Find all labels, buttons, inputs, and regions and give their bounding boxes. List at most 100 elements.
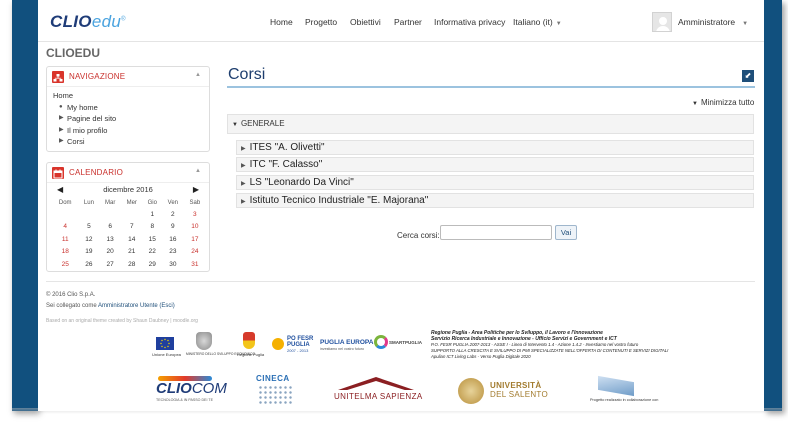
prev-month-icon[interactable]: ◀ — [57, 183, 63, 197]
nav-privacy[interactable]: Informativa privacy — [434, 17, 505, 27]
search-courses-input[interactable] — [440, 225, 552, 240]
regione-puglia-crest-logo — [243, 332, 255, 349]
course-name: LS "Leonardo Da Vinci" — [249, 177, 354, 188]
calendar-day[interactable]: 30 — [162, 258, 184, 271]
avatar[interactable] — [652, 12, 672, 32]
calendar-day[interactable]: 29 — [143, 258, 163, 271]
search-go-button[interactable]: Vai — [555, 225, 577, 240]
triangle-right-icon: ▶ — [241, 199, 246, 205]
calendar-day[interactable]: 7 — [121, 221, 143, 234]
course-item[interactable]: ▶ ITC "F. Calasso" — [236, 157, 754, 172]
calendar-day[interactable] — [78, 208, 99, 221]
calendar-day[interactable]: 16 — [162, 233, 184, 246]
regione-puglia-caption: Regione Puglia — [237, 352, 265, 357]
calendar-month-nav: ◀ dicembre 2016 ▶ — [47, 183, 209, 197]
nav-tree-home[interactable]: Home — [53, 90, 203, 102]
weekday: Dom — [58, 199, 72, 206]
nav-progetto[interactable]: Progetto — [305, 17, 337, 27]
calendar-day[interactable]: 20 — [99, 246, 121, 259]
nav-obiettivi[interactable]: Obiettivi — [350, 17, 381, 27]
footer-theme-note: Based on an original theme created by Sh… — [46, 318, 198, 324]
chevron-up-icon[interactable]: ▲ — [195, 72, 201, 78]
navbar: CLIOEDU® Home Progetto Obiettivi Partner… — [38, 0, 764, 42]
triangle-down-icon: ▼ — [232, 122, 238, 128]
triangle-right-icon: ▶ — [241, 181, 246, 187]
course-item[interactable]: ▶ ITES "A. Olivetti" — [236, 140, 754, 155]
nav-tree-label: Il mio profilo — [67, 125, 108, 135]
nav-tree-item[interactable]: ▶ Corsi — [53, 136, 203, 148]
weekday: Sab — [189, 199, 201, 206]
brand-edu: EDU — [91, 12, 122, 31]
calendar-day[interactable]: 23 — [162, 246, 184, 259]
brand-logo[interactable]: CLIOEDU® — [50, 12, 126, 32]
calendar-day[interactable]: 27 — [99, 258, 121, 271]
user-menu[interactable]: Amministratore ▼ — [678, 17, 748, 27]
calendar-day[interactable]: 4 — [52, 221, 78, 234]
arrow-right-icon: ▶ — [59, 126, 64, 133]
nav-home[interactable]: Home — [270, 17, 293, 27]
navigation-block-title: NAVIGAZIONE — [69, 72, 126, 81]
calendar-day[interactable]: 9 — [162, 221, 184, 234]
calendar-day[interactable]: 28 — [121, 258, 143, 271]
language-menu[interactable]: Italiano (it) ▼ — [513, 17, 562, 27]
puglia-europa-logo: PUGLIA EUROPA — [320, 339, 374, 346]
calendar-day[interactable]: 24 — [184, 246, 206, 259]
calendar-day[interactable]: 2 — [162, 208, 184, 221]
cliocom-tagline: TECNOLOGIA & IN PASSO DEI TE — [156, 398, 213, 402]
calendar-day[interactable]: 22 — [143, 246, 163, 259]
calendar-day[interactable]: 14 — [121, 233, 143, 246]
calendar-day[interactable]: 15 — [143, 233, 163, 246]
nav-tree-item[interactable]: ▶ Il mio profilo — [53, 125, 203, 137]
login-user-link[interactable]: Amministratore Utente — [98, 303, 158, 309]
calendar-day[interactable] — [121, 208, 143, 221]
cineca-logo: CINECA — [256, 374, 290, 383]
weekday: Mar — [104, 199, 116, 206]
po-fesr-sun-logo — [272, 338, 284, 350]
nav-tree-item[interactable]: ▶ Pagine del sito — [53, 113, 203, 125]
search-courses-label: Cerca corsi: — [397, 231, 440, 240]
calendar-day[interactable]: 1 — [143, 208, 163, 221]
nav-tree-item[interactable]: ● My home — [53, 102, 203, 114]
nav-tree-label: Pagine del sito — [67, 114, 117, 123]
triangle-right-icon: ▶ — [241, 146, 246, 152]
calendar-day[interactable]: 17 — [184, 233, 206, 246]
sitemap-icon — [52, 71, 64, 83]
calendar-day[interactable]: 11 — [52, 233, 78, 246]
partner-logo — [598, 375, 634, 397]
course-item[interactable]: ▶ Istituto Tecnico Industriale "E. Majora… — [236, 193, 754, 208]
calendar-day[interactable]: 5 — [78, 221, 99, 234]
nav-partner[interactable]: Partner — [394, 17, 422, 27]
salento-line2: DEL SALENTO — [490, 390, 548, 399]
calendar-day[interactable]: 19 — [78, 246, 99, 259]
calendar-day[interactable]: 10 — [184, 221, 206, 234]
next-month-icon[interactable]: ▶ — [193, 183, 199, 197]
smart-puglia-logo: SMARTPUGLIA — [389, 340, 422, 345]
calendar-day[interactable]: 26 — [78, 258, 99, 271]
collapse-all-link[interactable]: ▼ Minimizza tutto — [692, 98, 754, 107]
arrow-down-left-icon[interactable]: ⬋ — [742, 70, 754, 82]
category-general[interactable]: ▼ GENERALE — [227, 114, 754, 134]
funding-legal-text: Regione Puglia - Area Politiche per lo S… — [431, 330, 671, 360]
course-item[interactable]: ▶ LS "Leonardo Da Vinci" — [236, 175, 754, 190]
course-name: ITC "F. Calasso" — [249, 159, 323, 170]
calendar-day[interactable]: 13 — [99, 233, 121, 246]
calendar-day[interactable]: 21 — [121, 246, 143, 259]
calendar-day[interactable]: 25 — [52, 258, 78, 271]
eu-flag-logo — [156, 337, 174, 350]
calendar-day[interactable]: 12 — [78, 233, 99, 246]
calendar-day[interactable]: 3 — [184, 208, 206, 221]
calendar-day[interactable]: 31 — [184, 258, 206, 271]
calendar-day[interactable] — [99, 208, 121, 221]
calendar-day[interactable] — [52, 208, 78, 221]
salento-seal-logo — [458, 378, 484, 404]
calendar-icon — [52, 167, 64, 179]
nav-tree-label: My home — [67, 102, 98, 112]
logout-link[interactable]: (Esci) — [159, 303, 174, 309]
page-title: Corsi — [228, 66, 266, 83]
chevron-up-icon[interactable]: ▲ — [195, 168, 201, 174]
cliocom-logo: CLIOCOM — [156, 380, 227, 397]
calendar-day[interactable]: 8 — [143, 221, 163, 234]
calendar-day[interactable]: 18 — [52, 246, 78, 259]
cineca-dots-graphic — [258, 385, 292, 405]
calendar-day[interactable]: 6 — [99, 221, 121, 234]
